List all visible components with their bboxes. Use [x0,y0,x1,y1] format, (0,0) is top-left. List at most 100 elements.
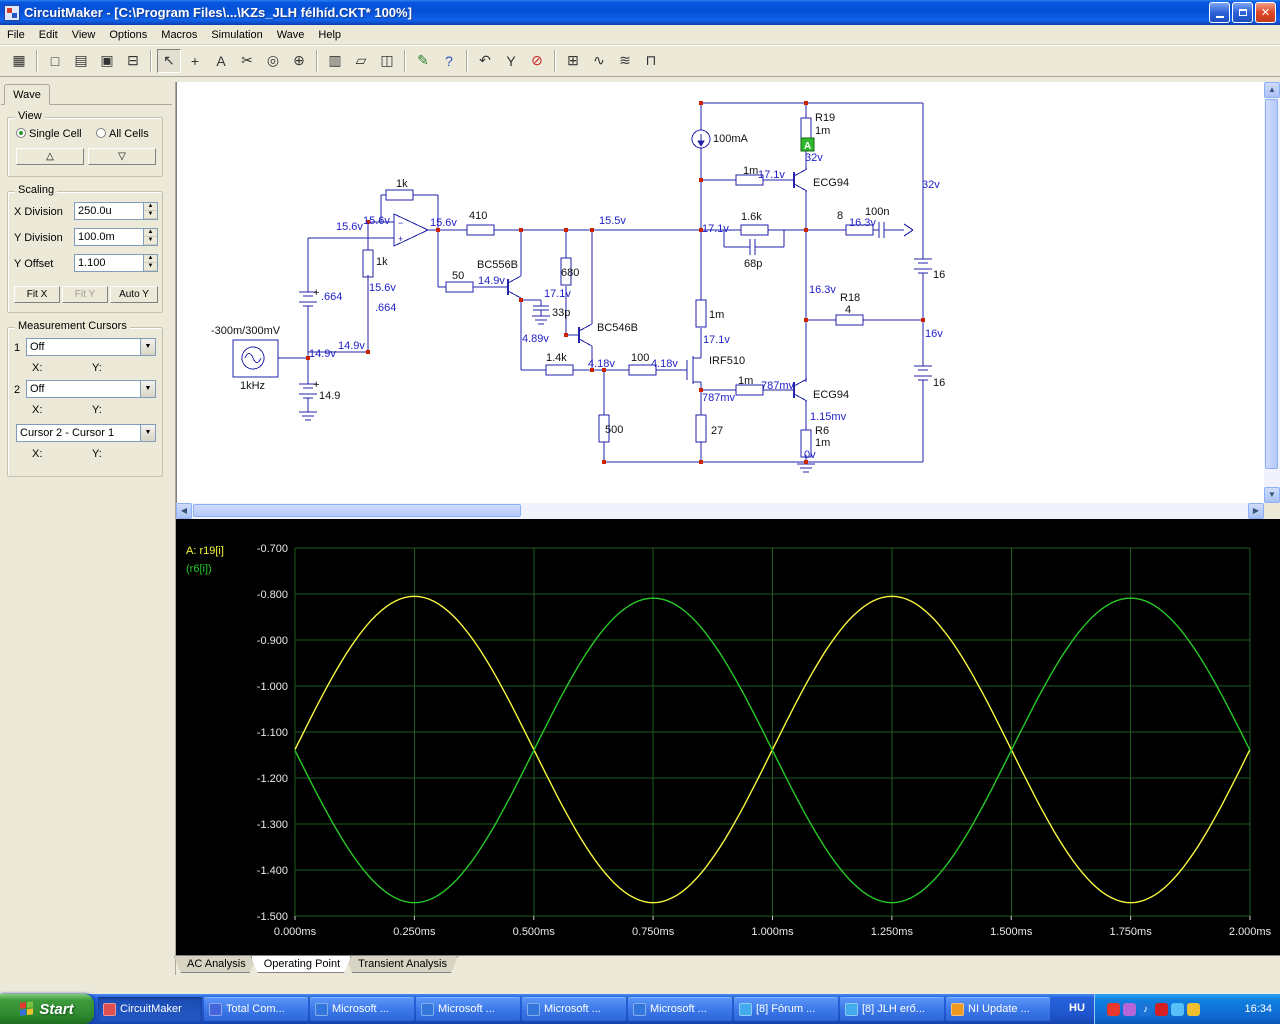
taskbar-button-microsoft-[interactable]: Microsoft ... [628,997,732,1021]
messenger-icon[interactable] [1123,1002,1136,1016]
copy-clipboard-icon[interactable]: ▱ [349,48,373,73]
security-icon[interactable] [1155,1002,1168,1016]
arrow-tool-icon[interactable]: ↖ [157,48,181,73]
transistor-ECG94-top[interactable] [793,168,808,192]
taskbar-button--8-f-rum-[interactable]: [8] Fórum ... [734,997,838,1021]
undo-icon[interactable]: ↶ [473,48,497,73]
taskbar-button--8-jlh-er-[interactable]: [8] JLH erő... [840,997,944,1021]
cursor2-select[interactable]: Off ▼ [26,380,156,398]
cursor1-select[interactable]: Off ▼ [26,338,156,356]
waveform-panel[interactable]: -0.700 -0.800 -0.900 -1.000 -1.100 -1.200 -1.3… [176,519,1280,955]
taskbar-button-circuitmaker[interactable]: CircuitMaker [98,997,202,1021]
mosfet-IRF510[interactable] [686,356,701,384]
scroll-down-arrow[interactable]: ▼ [1264,487,1280,503]
vertical-scrollbar[interactable]: ▲ ▼ [1264,82,1280,503]
taskbar-button-microsoft-[interactable]: Microsoft ... [416,997,520,1021]
taskbar-button-microsoft-[interactable]: Microsoft ... [310,997,414,1021]
probe-tool-icon[interactable]: ✎ [411,48,435,73]
tab-operating-point[interactable]: Operating Point [251,956,351,973]
scroll-right-arrow[interactable]: ▶ [1248,503,1264,519]
alert-icon[interactable] [1107,1002,1120,1016]
node-voltage-label: 4.18v [588,358,615,370]
transistor-BC546B[interactable] [578,323,593,347]
svg-text:0.750ms: 0.750ms [632,926,675,938]
maximize-button[interactable] [1232,2,1253,23]
scroll-up-arrow[interactable]: ▲ [1264,82,1280,98]
component-label: 50 [452,270,464,282]
start-button[interactable]: Start [0,994,94,1024]
scroll-down-button[interactable]: ▽ [88,148,156,165]
delete-tool-icon[interactable]: ✂ [235,48,259,73]
waveform-chart: -0.700 -0.800 -0.900 -1.000 -1.100 -1.200 -1.3… [176,519,1280,955]
text-tool-icon[interactable]: A [209,48,233,73]
volume-icon[interactable]: ♪ [1139,1002,1152,1016]
taskbar-button-microsoft-[interactable]: Microsoft ... [522,997,626,1021]
new-wave-window-icon[interactable]: ⊞ [561,48,585,73]
auto-y-button[interactable]: Auto Y [110,286,158,303]
tab-wave[interactable]: Wave [4,84,50,105]
x-division-input[interactable]: 250.0u ▲ ▼ [74,202,158,220]
add-part-tool-icon[interactable]: + [183,48,207,73]
tab-transient-analysis[interactable]: Transient Analysis [345,956,458,973]
updates-icon[interactable] [1187,1002,1200,1016]
toolbar-separator [316,49,318,72]
y-offset-input[interactable]: 1.100 ▲ ▼ [74,254,158,272]
node-voltage-label: .664 [321,291,342,303]
help-icon[interactable]: ? [437,48,461,73]
close-button[interactable]: ✕ [1255,2,1276,23]
save-file-icon[interactable]: ▣ [95,48,119,73]
print-icon[interactable]: ⊟ [121,48,145,73]
fit-y-button[interactable]: Fit Y [62,286,108,303]
tile-windows-icon[interactable]: ◫ [375,48,399,73]
menu-item-wave[interactable]: Wave [270,27,312,43]
all-cells-radio[interactable]: All Cells [96,128,149,140]
scroll-up-button[interactable]: △ [16,148,84,165]
single-cell-radio[interactable]: Single Cell [16,128,82,140]
scroll-left-arrow[interactable]: ◀ [176,503,192,519]
part-browser-icon[interactable]: ▦ [7,48,31,73]
output-terminal[interactable] [903,223,914,237]
schematic-canvas[interactable]: − + A -300m/300mV 1kHz + .664 15.6v 15.6v 1k 1k 15.… [176,82,1264,503]
taskbar-button-ni-update-[interactable]: NI Update ... [946,997,1050,1021]
probe-A[interactable]: A [800,137,815,152]
stop-simulation-icon[interactable]: ⊘ [525,48,549,73]
current-source[interactable] [691,129,711,149]
menu-item-file[interactable]: File [0,27,32,43]
menu-item-help[interactable]: Help [311,27,348,43]
horizontal-scrollbar[interactable]: ◀ ▶ [176,503,1264,519]
transistor-BC556B[interactable] [507,275,522,299]
horizontal-scroll-thumb[interactable] [193,504,521,517]
tab-ac-analysis[interactable]: AC Analysis [174,956,257,973]
zoom-select-icon[interactable]: ▥ [323,48,347,73]
menu-item-macros[interactable]: Macros [154,27,204,43]
menu-item-edit[interactable]: Edit [32,27,65,43]
open-file-icon[interactable]: ▤ [69,48,93,73]
taskbar-button-total-com-[interactable]: Total Com... [204,997,308,1021]
transistor-ECG94-bottom[interactable] [793,378,808,402]
menu-item-options[interactable]: Options [102,27,154,43]
timing-display-icon[interactable]: ≋ [613,48,637,73]
menu-bar: File Edit View Options Macros Simulation Wave H… [0,25,1280,45]
fit-x-button[interactable]: Fit X [14,286,60,303]
opamp[interactable]: −+ [393,213,430,247]
minimize-button[interactable] [1209,2,1230,23]
language-indicator[interactable]: HU [1064,999,1090,1019]
digital-display-icon[interactable]: ⊓ [639,48,663,73]
cursor-diff-select[interactable]: Cursor 2 - Cursor 1 ▼ [16,424,156,442]
cursor1-y-label: Y: [92,362,102,374]
network-icon[interactable] [1171,1002,1184,1016]
node-voltage-label: 0v [804,449,816,461]
circuit-labels: -300m/300mV1kHz+ .66415.6v 15.6v1k1k15.6v.… [211,112,945,461]
title-bar[interactable]: CircuitMaker - [C:\Program Files\...\KZs… [0,0,1280,25]
menu-item-simulation[interactable]: Simulation [204,27,269,43]
analog-display-icon[interactable]: ∿ [587,48,611,73]
wye-probe-icon[interactable]: Y [499,48,523,73]
new-file-icon[interactable]: □ [43,48,67,73]
menu-item-view[interactable]: View [65,27,103,43]
signal-generator[interactable] [232,339,279,378]
zoom-in-tool-icon[interactable]: ⊕ [287,48,311,73]
vertical-scroll-thumb[interactable] [1265,99,1278,469]
y-division-input[interactable]: 100.0m ▲ ▼ [74,228,158,246]
svg-text:0.500ms: 0.500ms [513,926,556,938]
zoom-window-tool-icon[interactable]: ◎ [261,48,285,73]
